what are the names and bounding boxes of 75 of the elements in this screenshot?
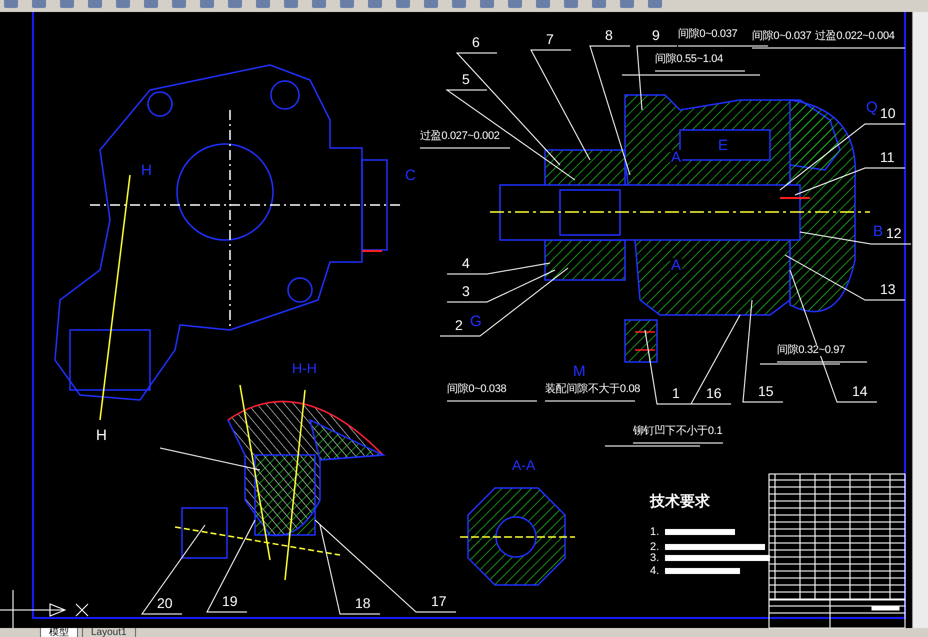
callout-number: 18 — [355, 596, 371, 610]
toolbar-icon[interactable] — [312, 0, 326, 8]
callout-number: 9 — [652, 28, 660, 42]
callout-number: 17 — [431, 594, 447, 608]
toolbar-icon[interactable] — [228, 0, 242, 8]
view-title: A-A — [512, 458, 536, 472]
callout-number: 19 — [222, 594, 238, 608]
dimension-note: 间隙0~0.038 — [447, 384, 506, 395]
callout-number: 16 — [706, 386, 722, 400]
callout-number: 14 — [852, 384, 868, 398]
view-title: H-H — [292, 361, 317, 375]
toolbar-icon[interactable] — [256, 0, 270, 8]
layout-tab[interactable]: Layout1 — [82, 628, 136, 637]
dimension-note: 间隙0~0.037 — [678, 29, 738, 40]
callout-number: 6 — [472, 35, 480, 49]
section-letter: M — [572, 364, 586, 379]
section-letter: A — [670, 258, 682, 273]
callout-number: 5 — [462, 72, 470, 86]
callout-number: 3 — [462, 284, 470, 298]
toolbar-icon[interactable] — [32, 0, 46, 8]
callout-number: 8 — [605, 28, 613, 42]
toolbar-icon[interactable] — [116, 0, 130, 8]
requirement-number: 4. — [650, 566, 660, 577]
illegible-text-drawing — [665, 529, 735, 535]
callout-number: 7 — [546, 32, 554, 46]
requirement-number: 3. — [650, 553, 660, 564]
toolbar-icon[interactable] — [648, 0, 662, 8]
toolbar-icon[interactable] — [536, 0, 550, 8]
dimension-note: 过盈0.027~0.002 — [420, 131, 500, 142]
section-letter: G — [469, 314, 483, 329]
callout-number: 2 — [455, 318, 463, 332]
section-letter: E — [717, 138, 730, 153]
toolbar-icon[interactable] — [620, 0, 634, 8]
ucs-icon — [0, 590, 88, 628]
section-letter: H — [140, 163, 153, 178]
toolbar-icon[interactable] — [144, 0, 158, 8]
dimension-note: 过盈0.022~0.004 — [815, 31, 895, 42]
callout-number: 1 — [672, 386, 680, 400]
toolbar-icon[interactable] — [564, 0, 578, 8]
section-letter: A — [670, 150, 682, 165]
toolbar-icon[interactable] — [200, 0, 214, 8]
toolbar-icon[interactable] — [60, 0, 74, 8]
dimension-note: 装配间隙不大于0.08 — [545, 384, 640, 395]
callout-number: 20 — [157, 596, 173, 610]
toolbar-icon[interactable] — [480, 0, 494, 8]
toolbar-icon[interactable] — [368, 0, 382, 8]
dimension-note: 间隙0.55~1.04 — [655, 54, 723, 65]
requirement-number: 1. — [650, 527, 660, 538]
dimension-note: 间隙0.32~0.97 — [777, 345, 845, 356]
toolbar-icon[interactable] — [592, 0, 606, 8]
callout-number: 12 — [886, 226, 902, 240]
toolbar-icon[interactable] — [4, 0, 18, 8]
section-letter: H — [95, 428, 108, 443]
callout-number: 15 — [758, 384, 774, 398]
toolbar-icon[interactable] — [424, 0, 438, 8]
section-letter: B — [872, 224, 884, 239]
scrollbar[interactable] — [912, 12, 928, 628]
requirements-title: 技术要求 — [650, 494, 710, 509]
dimension-note: 间隙0~0.037 — [752, 31, 812, 42]
callout-number: 10 — [880, 106, 896, 120]
toolbar-icon[interactable] — [284, 0, 298, 8]
callout-number: 11 — [880, 150, 895, 164]
toolbar-icon[interactable] — [340, 0, 354, 8]
section-letter: C — [404, 168, 417, 183]
toolbar-icon[interactable] — [172, 0, 186, 8]
dimension-note: 铆钉凹下不小于0.1 — [633, 426, 722, 437]
callout-number: 13 — [880, 282, 896, 296]
requirement-number: 2. — [650, 542, 660, 553]
toolbar-icon[interactable] — [508, 0, 522, 8]
toolbar-icon[interactable] — [88, 0, 102, 8]
toolbar-icon[interactable] — [452, 0, 466, 8]
side-part-drawing — [181, 507, 228, 559]
toolbar-icon[interactable] — [396, 0, 410, 8]
callout-number: 4 — [462, 256, 470, 270]
section-letter: Q — [865, 100, 879, 115]
